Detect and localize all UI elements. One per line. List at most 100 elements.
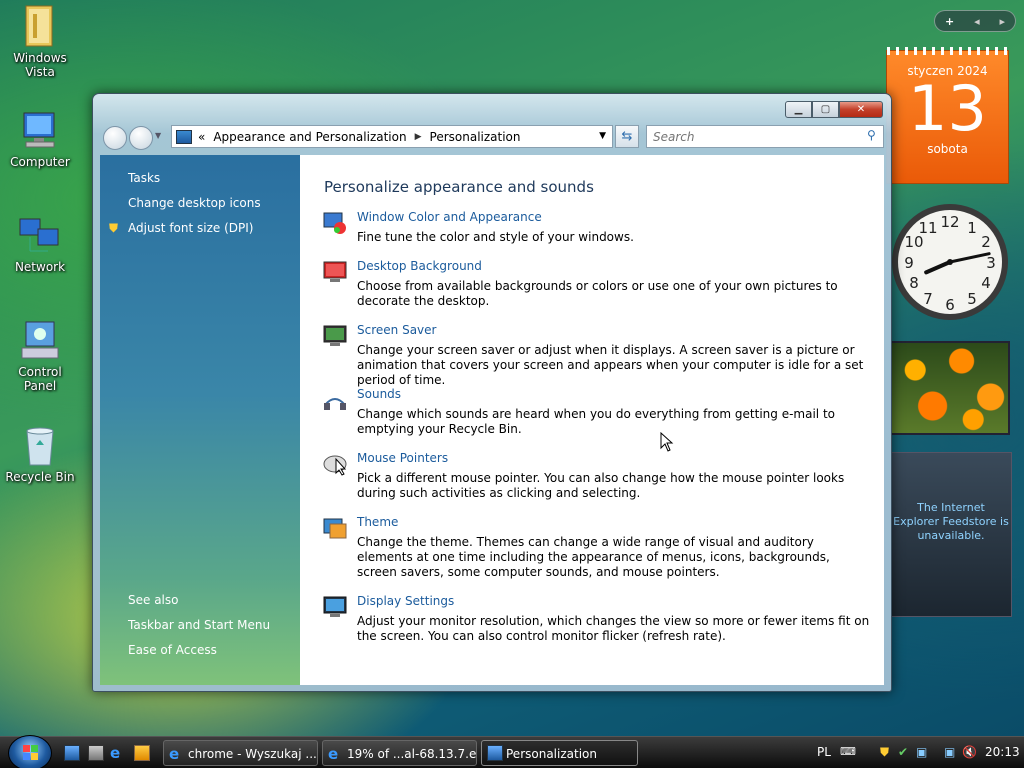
svg-text:6: 6 bbox=[945, 296, 955, 314]
media-player-icon[interactable] bbox=[134, 745, 150, 761]
change-desktop-icons-link[interactable]: Change desktop icons bbox=[128, 196, 261, 210]
content-pane: Personalize appearance and sounds Window… bbox=[300, 155, 884, 685]
start-button[interactable] bbox=[8, 735, 52, 768]
sounds-description: Change which sounds are heard when you d… bbox=[357, 407, 835, 436]
taskbar-item-label: 19% of ...al-68.13.7.e... bbox=[347, 747, 477, 761]
navigation-bar: ▼ « Appearance and Personalization ▶ Per… bbox=[101, 124, 884, 150]
desktop-icon-computer[interactable]: Computer bbox=[2, 108, 78, 169]
sounds-link[interactable]: Sounds bbox=[357, 387, 401, 401]
taskbar-item-label: chrome - Wyszukaj ... bbox=[188, 747, 317, 761]
recent-pages-icon[interactable]: ▼ bbox=[155, 131, 161, 140]
close-button[interactable]: ✕ bbox=[839, 101, 883, 118]
mouse-cursor-icon bbox=[660, 432, 674, 452]
desktop-icon-windows-vista[interactable]: Windows Vista bbox=[2, 4, 78, 79]
clock-center bbox=[947, 259, 953, 265]
forward-button[interactable] bbox=[129, 126, 153, 150]
calendar-gadget[interactable]: styczen 2024 13 sobota bbox=[886, 47, 1009, 184]
taskbar-item-chrome[interactable]: e chrome - Wyszukaj ... bbox=[163, 740, 318, 766]
security-center-icon[interactable]: ✔ bbox=[898, 745, 908, 759]
clock-time[interactable]: 20:13 bbox=[985, 745, 1020, 759]
add-gadget-button[interactable]: + bbox=[945, 15, 954, 28]
mouse-pointers-link[interactable]: Mouse Pointers bbox=[357, 451, 448, 465]
desktop-icon-label: Windows Vista bbox=[13, 51, 67, 79]
caption-buttons: ▁ ▢ ✕ bbox=[785, 101, 883, 118]
feeds-message: The Internet Explorer Feedstore is unava… bbox=[893, 501, 1009, 542]
svg-text:4: 4 bbox=[981, 274, 991, 292]
svg-text:12: 12 bbox=[940, 213, 959, 231]
internet-explorer-icon: e bbox=[328, 745, 339, 763]
nav-buttons: ▼ bbox=[103, 124, 163, 150]
desktop-icon-network[interactable]: Network bbox=[2, 213, 78, 274]
maximize-icon: ▢ bbox=[820, 104, 831, 115]
volume-muted-icon[interactable]: 🔇 bbox=[962, 745, 977, 759]
previous-gadget-button[interactable]: ◂ bbox=[974, 15, 980, 28]
personalization-icon bbox=[487, 745, 503, 761]
breadcrumb-personalization[interactable]: Personalization bbox=[430, 130, 521, 144]
mouse-pointers-icon bbox=[323, 455, 347, 476]
taskbar: e e chrome - Wyszukaj ... e 19% of ...al… bbox=[0, 735, 1024, 768]
calendar-day: 13 bbox=[908, 72, 987, 145]
taskbar-item-personalization[interactable]: Personalization bbox=[481, 740, 638, 766]
windows-logo-icon bbox=[23, 745, 38, 760]
maximize-button[interactable]: ▢ bbox=[812, 101, 839, 118]
sounds-icon bbox=[324, 398, 346, 410]
switch-windows-icon[interactable] bbox=[88, 745, 104, 761]
network-icon bbox=[18, 213, 62, 257]
desktop-icon-control-panel[interactable]: Control Panel bbox=[2, 318, 78, 393]
svg-text:5: 5 bbox=[967, 290, 977, 308]
personalization-window: ▁ ▢ ✕ ▼ « Appearance and Personalization… bbox=[92, 93, 892, 692]
mouse-pointers-description: Pick a different mouse pointer. You can … bbox=[357, 471, 845, 500]
slideshow-gadget[interactable] bbox=[890, 341, 1010, 435]
breadcrumb-appearance[interactable]: Appearance and Personalization bbox=[213, 130, 406, 144]
refresh-button[interactable]: ⇆ bbox=[615, 125, 639, 148]
language-indicator[interactable]: PL bbox=[817, 745, 831, 759]
svg-text:11: 11 bbox=[918, 219, 937, 237]
folder-icon bbox=[18, 4, 62, 48]
taskbar-item-download[interactable]: e 19% of ...al-68.13.7.e... bbox=[322, 740, 477, 766]
desktop-background-link[interactable]: Desktop Background bbox=[357, 259, 482, 273]
show-desktop-icon[interactable] bbox=[64, 745, 80, 761]
svg-text:3: 3 bbox=[986, 254, 996, 272]
window-color-link[interactable]: Window Color and Appearance bbox=[357, 210, 542, 224]
internet-explorer-icon: e bbox=[169, 745, 180, 763]
search-icon[interactable]: ⚲ bbox=[867, 128, 879, 142]
keyboard-icon[interactable]: ⌨ bbox=[840, 745, 856, 758]
display-settings-link[interactable]: Display Settings bbox=[357, 594, 454, 608]
svg-text:1: 1 bbox=[967, 219, 977, 237]
taskbar-item-label: Personalization bbox=[506, 747, 597, 761]
security-shield-icon[interactable]: ⛊ bbox=[880, 745, 889, 760]
back-button[interactable] bbox=[103, 126, 127, 150]
computer-icon bbox=[18, 108, 62, 152]
taskbar-start-menu-link[interactable]: Taskbar and Start Menu bbox=[128, 618, 270, 632]
network-tray-icon[interactable]: ▣ bbox=[916, 745, 927, 759]
address-bar[interactable]: « Appearance and Personalization ▶ Perso… bbox=[171, 125, 613, 148]
breadcrumb-separator-icon[interactable]: ▶ bbox=[415, 132, 422, 142]
desktop-icon-label: Control Panel bbox=[18, 365, 62, 393]
next-gadget-button[interactable]: ▸ bbox=[1000, 15, 1006, 28]
search-input[interactable] bbox=[646, 125, 884, 148]
screen-saver-icon bbox=[323, 325, 347, 346]
theme-link[interactable]: Theme bbox=[357, 515, 398, 529]
internet-explorer-icon[interactable]: e bbox=[110, 745, 126, 761]
refresh-icon: ⇆ bbox=[621, 129, 633, 144]
desktop-background-description: Choose from available backgrounds or col… bbox=[357, 279, 838, 308]
theme-description: Change the theme. Themes can change a wi… bbox=[357, 535, 830, 579]
window-color-description: Fine tune the color and style of your wi… bbox=[357, 230, 634, 244]
address-overflow[interactable]: « bbox=[198, 130, 205, 144]
display-settings-icon bbox=[323, 596, 347, 617]
address-dropdown-icon[interactable]: ▼ bbox=[599, 131, 606, 141]
task-pane: Tasks Change desktop icons ⛊ Adjust font… bbox=[100, 155, 300, 685]
svg-text:8: 8 bbox=[909, 274, 919, 292]
minimize-button[interactable]: ▁ bbox=[785, 101, 812, 118]
adjust-font-size-link[interactable]: Adjust font size (DPI) bbox=[128, 221, 253, 235]
window-color-icon bbox=[323, 212, 346, 234]
screen-saver-link[interactable]: Screen Saver bbox=[357, 323, 436, 337]
display-tray-icon[interactable]: ▣ bbox=[944, 745, 955, 759]
desktop-icon-recycle-bin[interactable]: Recycle Bin bbox=[2, 423, 78, 484]
ease-of-access-link[interactable]: Ease of Access bbox=[128, 643, 217, 657]
recycle-bin-icon bbox=[18, 423, 62, 467]
feed-headlines-gadget[interactable]: The Internet Explorer Feedstore is unava… bbox=[890, 452, 1012, 617]
clock-gadget[interactable]: 12 1 2 345 678 9 10 11 bbox=[890, 200, 1010, 324]
minimize-icon: ▁ bbox=[794, 104, 803, 115]
desktop-icon-label: Network bbox=[14, 260, 66, 274]
